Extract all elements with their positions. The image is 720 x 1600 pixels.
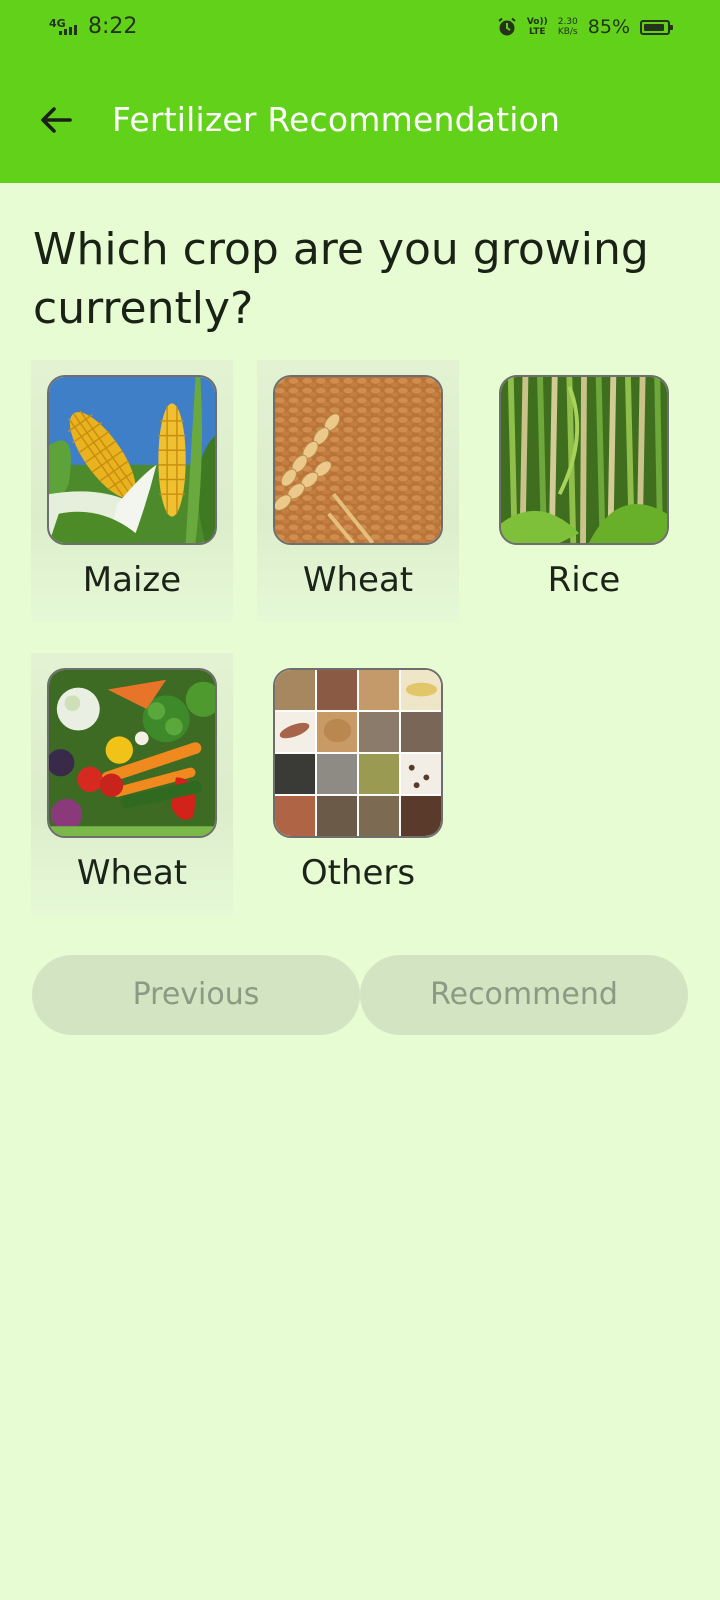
crop-label: Maize: [82, 560, 182, 600]
crop-card-wheat[interactable]: Wheat: [257, 360, 459, 622]
others-image: [273, 668, 443, 838]
page-title: Fertilizer Recommendation: [112, 100, 561, 139]
crop-label: Wheat: [76, 853, 188, 893]
signal-icon: 4G: [49, 17, 83, 39]
volte-top: Vo)): [526, 17, 548, 27]
speed-unit: KB/s: [557, 27, 578, 37]
network-speed: 2.30 KB/s: [558, 17, 578, 37]
rice-image: [499, 375, 669, 545]
maize-image: [47, 375, 217, 545]
app-bar: 4G 8:22 Vo)) LTE 2.30 KB/s 85% Fertilize…: [0, 0, 720, 183]
recommend-button[interactable]: Recommend: [360, 955, 688, 1035]
volte-indicator: Vo)) LTE: [527, 17, 548, 37]
speed-value: 2.30: [557, 17, 578, 27]
battery-icon: [640, 19, 673, 35]
crop-card-maize[interactable]: Maize: [31, 360, 233, 622]
status-time: 8:22: [88, 14, 138, 39]
crop-card-vegetables[interactable]: Wheat: [31, 653, 233, 915]
status-bar: 4G 8:22 Vo)) LTE 2.30 KB/s 85%: [0, 0, 720, 58]
crop-label: Others: [300, 853, 416, 893]
volte-bottom: LTE: [529, 27, 546, 37]
question-heading: Which crop are you growing currently?: [33, 224, 649, 334]
crop-card-rice[interactable]: Rice: [483, 360, 685, 622]
battery-percent: 85%: [587, 16, 630, 38]
crop-label: Wheat: [302, 560, 414, 600]
alarm-icon: [498, 17, 516, 36]
wheat-image: [273, 375, 443, 545]
arrow-left-icon[interactable]: [36, 100, 76, 140]
crop-card-others[interactable]: Others: [257, 653, 459, 915]
vegetables-image: [47, 668, 217, 838]
crop-label: Rice: [547, 560, 621, 600]
previous-button[interactable]: Previous: [32, 955, 360, 1035]
